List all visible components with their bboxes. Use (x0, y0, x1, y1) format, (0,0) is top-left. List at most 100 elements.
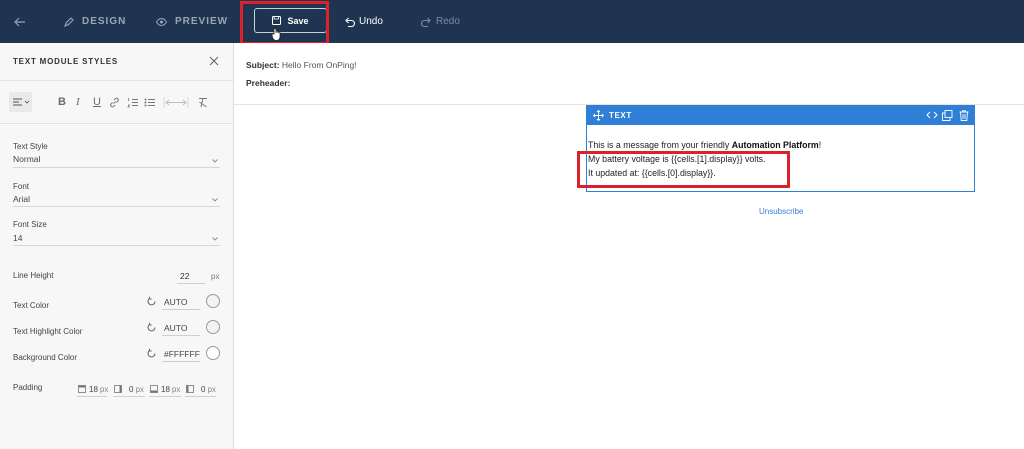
padding-bottom-input[interactable]: 18 px (150, 383, 180, 395)
email-canvas: Subject: Hello From OnPing! Preheader: T… (234, 43, 1024, 449)
background-color-underline (162, 361, 200, 362)
text-highlight-color-input[interactable]: AUTO (164, 323, 187, 333)
link-icon[interactable] (109, 97, 120, 108)
underline-icon[interactable]: U (93, 96, 101, 108)
line-height-input[interactable]: 22 (180, 271, 204, 281)
line-height-unit: px (211, 272, 220, 281)
italic-icon[interactable]: I (76, 96, 80, 108)
redo-button[interactable]: Redo (421, 0, 460, 43)
redo-icon (421, 17, 431, 27)
padding-left-icon (186, 385, 194, 393)
numbered-list-icon[interactable] (127, 97, 139, 108)
font-underline (13, 206, 220, 207)
panel-header: TEXT MODULE STYLES (0, 43, 233, 81)
align-dropdown[interactable] (9, 92, 32, 112)
text-style-select[interactable]: Normal (13, 154, 40, 164)
undo-button[interactable]: Undo (344, 0, 383, 43)
text-highlight-color-label: Text Highlight Color (13, 327, 83, 336)
preheader-row[interactable]: Preheader: (246, 78, 290, 88)
redo-button-label: Redo (436, 16, 460, 27)
background-color-input[interactable]: #FFFFFF (164, 349, 200, 359)
arrow-left-icon (14, 17, 25, 26)
chevron-down-icon (212, 198, 218, 202)
padding-left-input[interactable]: 0 px (186, 383, 216, 395)
preview-tab-label: PREVIEW (175, 16, 229, 27)
message-line-3: It updated at: {{cells.[0].display}}. (588, 168, 716, 178)
clear-format-icon[interactable] (197, 97, 209, 108)
padding-right-unit: px (135, 384, 144, 394)
padding-label: Padding (13, 383, 43, 392)
close-icon[interactable] (208, 55, 220, 67)
font-size-label: Font Size (13, 220, 47, 229)
subject-label: Subject: (246, 60, 280, 70)
text-color-input[interactable]: AUTO (164, 297, 187, 307)
design-tab[interactable]: DESIGN (64, 0, 126, 43)
padding-top-unit: px (99, 384, 109, 394)
subject-row[interactable]: Subject: Hello From OnPing! (246, 60, 357, 70)
subject-value: Hello From OnPing! (281, 60, 357, 70)
line-height-underline (177, 283, 205, 284)
reset-icon[interactable] (146, 322, 157, 333)
text-format-toolbar: B I U (0, 82, 233, 124)
padding-bottom-underline (149, 396, 181, 397)
reset-icon[interactable] (146, 296, 157, 307)
text-module-title: TEXT (609, 111, 632, 120)
message-line-1: This is a message from your friendly Aut… (588, 140, 821, 150)
padding-bottom-icon (150, 385, 158, 393)
code-icon[interactable] (926, 110, 938, 120)
padding-top-icon (78, 385, 86, 393)
font-size-select[interactable]: 14 (13, 233, 22, 243)
undo-button-label: Undo (359, 16, 383, 27)
move-icon[interactable] (593, 110, 604, 121)
floppy-disk-icon (272, 16, 282, 25)
top-toolbar: DESIGN PREVIEW Save Undo Redo (0, 0, 1024, 43)
chevron-down-icon (212, 237, 218, 241)
font-select[interactable]: Arial (13, 194, 30, 204)
font-label: Font (13, 182, 30, 191)
text-module[interactable]: TEXT This is a message from your friendl… (586, 105, 975, 192)
padding-left-unit: px (207, 384, 216, 394)
text-color-label: Text Color (13, 301, 50, 310)
line-height-label: Line Height (13, 271, 54, 280)
padding-top-value: 18 (89, 384, 98, 394)
text-module-styles-panel: TEXT MODULE STYLES B I U Text Style Norm… (0, 43, 234, 449)
message-line-1-suffix: ! (818, 140, 822, 150)
padding-top-input[interactable]: 18 px (78, 383, 108, 395)
back-button[interactable] (14, 0, 34, 43)
chevron-down-icon (212, 159, 218, 163)
reset-icon[interactable] (146, 348, 157, 359)
padding-right-icon (114, 385, 122, 393)
horizontal-rule-icon[interactable] (163, 97, 189, 108)
undo-icon (345, 17, 355, 27)
message-line-2: My battery voltage is {{cells.[1].displa… (588, 154, 766, 164)
align-left-icon (13, 98, 30, 106)
pencil-icon (64, 16, 74, 27)
eye-icon (156, 17, 167, 26)
trash-icon[interactable] (959, 110, 969, 121)
font-size-underline (13, 245, 220, 246)
text-module-header: TEXT (587, 106, 974, 125)
text-highlight-color-underline (162, 335, 200, 336)
text-color-swatch[interactable] (206, 294, 220, 308)
design-tab-label: DESIGN (82, 16, 127, 27)
padding-right-input[interactable]: 0 px (114, 383, 144, 395)
bold-icon[interactable]: B (58, 96, 66, 108)
padding-left-underline (185, 396, 216, 397)
background-color-swatch[interactable] (206, 346, 220, 360)
preview-tab[interactable]: PREVIEW (156, 0, 228, 43)
message-line-1-bold: Automation Platform (731, 140, 819, 150)
message-line-1-prefix: This is a message from your friendly (588, 140, 732, 150)
bullet-list-icon[interactable] (144, 97, 156, 108)
save-button[interactable]: Save (254, 8, 327, 33)
save-button-label: Save (287, 15, 309, 26)
text-color-underline (162, 309, 200, 310)
panel-title: TEXT MODULE STYLES (13, 57, 119, 66)
padding-top-underline (77, 396, 107, 397)
duplicate-icon[interactable] (942, 110, 953, 121)
padding-right-underline (113, 396, 145, 397)
unsubscribe-link[interactable]: Unsubscribe (759, 207, 803, 216)
text-highlight-color-swatch[interactable] (206, 320, 220, 334)
padding-right-value: 0 (129, 384, 134, 394)
padding-bottom-unit: px (171, 384, 181, 394)
padding-left-value: 0 (201, 384, 206, 394)
